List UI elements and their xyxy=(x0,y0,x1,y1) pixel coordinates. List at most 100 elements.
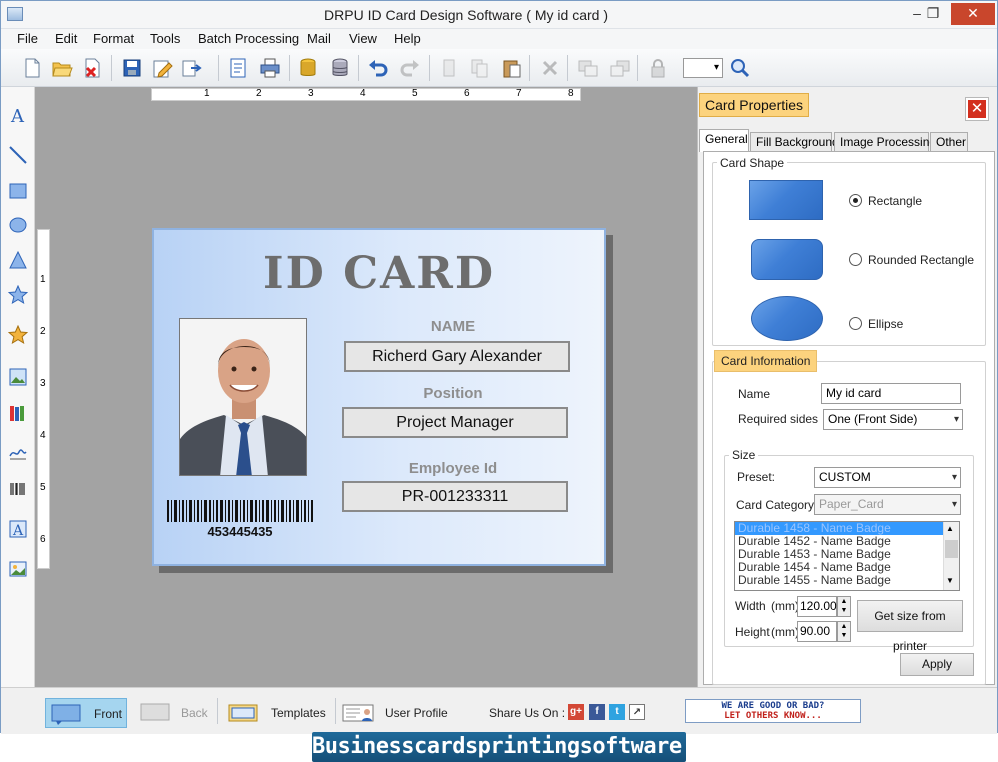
tab-general[interactable]: General xyxy=(699,129,749,152)
ellipse-option-label[interactable]: Ellipse xyxy=(868,317,903,331)
line-tool-icon[interactable] xyxy=(8,145,28,165)
redo-icon[interactable] xyxy=(399,57,421,79)
database-stack-icon[interactable] xyxy=(329,57,351,79)
scroll-thumb[interactable] xyxy=(945,540,958,558)
menu-format[interactable]: Format xyxy=(93,31,134,46)
employee-photo[interactable] xyxy=(179,318,307,476)
paste-icon[interactable] xyxy=(501,57,523,79)
google-plus-icon[interactable]: g+ xyxy=(568,704,584,720)
panel-close-button[interactable]: ✕ xyxy=(965,97,989,121)
vertical-ruler: 1 2 3 4 5 6 xyxy=(37,229,50,569)
card-category-select[interactable]: Paper_Card ▾ xyxy=(814,494,961,515)
picture-tool-icon[interactable] xyxy=(8,559,28,579)
send-back-icon[interactable] xyxy=(609,57,631,79)
ellipse-radio[interactable] xyxy=(849,317,862,330)
menu-view[interactable]: View xyxy=(349,31,377,46)
undo-icon[interactable] xyxy=(367,57,389,79)
open-folder-icon[interactable] xyxy=(51,57,73,79)
facebook-icon[interactable]: f xyxy=(589,704,605,720)
rectangle-shape-preview[interactable] xyxy=(749,180,823,220)
menu-tools[interactable]: Tools xyxy=(150,31,180,46)
barcode-number[interactable]: 453445435 xyxy=(167,524,313,539)
menu-batch-processing[interactable]: Batch Processing xyxy=(198,31,299,46)
barcode-icon[interactable] xyxy=(167,500,313,522)
star-tool-icon[interactable] xyxy=(8,285,28,305)
zoom-in-icon[interactable] xyxy=(729,57,751,79)
tab-fill-background[interactable]: Fill Background xyxy=(750,132,839,151)
database-icon[interactable] xyxy=(297,57,319,79)
toolbar-separator xyxy=(358,55,359,81)
front-button[interactable]: Front xyxy=(45,698,127,728)
card-name-input[interactable]: My id card xyxy=(821,383,961,404)
list-scrollbar[interactable]: ▲ ▼ xyxy=(943,522,959,590)
height-label: Height xyxy=(735,625,770,639)
signature-tool-icon[interactable] xyxy=(8,441,28,461)
menu-help[interactable]: Help xyxy=(394,31,421,46)
text-tool-icon[interactable]: A xyxy=(8,105,28,125)
badge-size-list[interactable]: Durable 1458 - Name Badge Durable 1452 -… xyxy=(734,521,960,591)
user-profile-button[interactable]: User Profile xyxy=(341,698,453,728)
maximize-button[interactable]: ❐ xyxy=(919,3,947,25)
new-document-icon[interactable] xyxy=(21,57,43,79)
cut-icon[interactable] xyxy=(438,57,460,79)
menu-mail[interactable]: Mail xyxy=(307,31,331,46)
id-card[interactable]: ID CARD NAME Richerd Gary Alexander Posi… xyxy=(152,228,606,566)
word-art-tool-icon[interactable]: A xyxy=(8,519,28,539)
toolbar-separator xyxy=(529,55,530,81)
library-tool-icon[interactable] xyxy=(8,403,28,423)
apply-button[interactable]: Apply xyxy=(900,653,974,676)
templates-button[interactable]: Templates xyxy=(225,698,331,728)
print-icon[interactable] xyxy=(259,57,281,79)
toolbar-separator xyxy=(111,55,112,81)
delete-icon[interactable] xyxy=(539,57,561,79)
name-field[interactable]: Richerd Gary Alexander xyxy=(344,341,570,372)
get-size-from-printer-button[interactable]: Get size from printer xyxy=(857,600,963,653)
rounded-rectangle-option-label[interactable]: Rounded Rectangle xyxy=(868,253,974,267)
width-stepper[interactable]: ▲ ▼ xyxy=(837,596,851,617)
required-sides-select[interactable]: One (Front Side) ▾ xyxy=(823,409,963,430)
close-button[interactable]: ✕ xyxy=(951,3,995,25)
menu-edit[interactable]: Edit xyxy=(55,31,77,46)
tab-other[interactable]: Other xyxy=(930,132,968,151)
position-label[interactable]: Position xyxy=(344,385,562,402)
scroll-up-icon[interactable]: ▲ xyxy=(946,524,954,533)
name-label[interactable]: NAME xyxy=(344,318,562,335)
twitter-icon[interactable]: t xyxy=(609,704,625,720)
list-item[interactable]: Durable 1455 - Name Badge xyxy=(735,574,959,587)
preset-value: CUSTOM xyxy=(819,470,871,484)
ellipse-shape-preview[interactable] xyxy=(751,296,823,341)
rectangle-option-label[interactable]: Rectangle xyxy=(868,194,922,208)
share-icon[interactable]: ↗ xyxy=(629,704,645,720)
employee-id-label[interactable]: Employee Id xyxy=(344,460,562,477)
feedback-button[interactable]: WE ARE GOOD OR BAD? LET OTHERS KNOW... xyxy=(685,699,861,723)
ellipse-tool-icon[interactable] xyxy=(8,215,28,235)
height-input[interactable]: 90.00 xyxy=(797,621,837,642)
menu-file[interactable]: File xyxy=(17,31,38,46)
bring-front-icon[interactable] xyxy=(577,57,599,79)
barcode-tool-icon[interactable] xyxy=(8,479,28,499)
rectangle-tool-icon[interactable] xyxy=(8,181,28,201)
rectangle-radio[interactable] xyxy=(849,194,862,207)
symbol-tool-icon[interactable] xyxy=(8,325,28,345)
triangle-tool-icon[interactable] xyxy=(8,250,28,270)
zoom-combo[interactable]: ▾ xyxy=(683,58,723,78)
copy-icon[interactable] xyxy=(469,57,491,79)
position-field[interactable]: Project Manager xyxy=(342,407,568,438)
properties-icon[interactable] xyxy=(227,57,249,79)
tab-image-processing[interactable]: Image Processing xyxy=(834,132,936,151)
width-input[interactable]: 120.00 xyxy=(797,596,837,617)
employee-id-field[interactable]: PR-001233311 xyxy=(342,481,568,512)
save-icon[interactable] xyxy=(121,57,143,79)
lock-icon[interactable] xyxy=(647,57,669,79)
back-button[interactable]: Back xyxy=(135,698,217,728)
rounded-rectangle-radio[interactable] xyxy=(849,253,862,266)
close-document-icon[interactable] xyxy=(81,57,103,79)
image-tool-icon[interactable] xyxy=(8,367,28,387)
preset-select[interactable]: CUSTOM ▾ xyxy=(814,467,961,488)
export-icon[interactable] xyxy=(181,57,203,79)
card-title[interactable]: ID CARD xyxy=(154,248,604,299)
height-stepper[interactable]: ▲ ▼ xyxy=(837,621,851,642)
edit-icon[interactable] xyxy=(151,57,173,79)
rounded-rectangle-shape-preview[interactable] xyxy=(751,239,823,280)
scroll-down-icon[interactable]: ▼ xyxy=(946,576,954,585)
